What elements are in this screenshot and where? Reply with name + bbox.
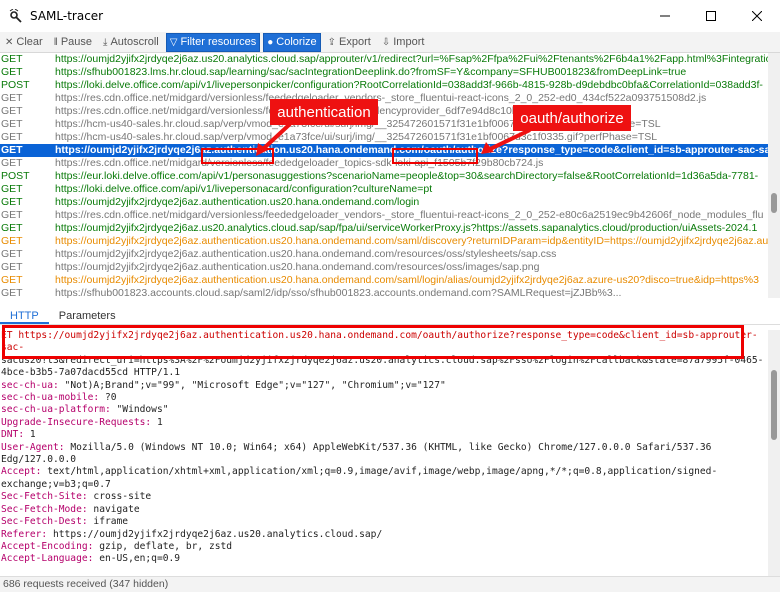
callout-arrows (256, 122, 531, 156)
request-line-highlight-box (2, 325, 744, 359)
